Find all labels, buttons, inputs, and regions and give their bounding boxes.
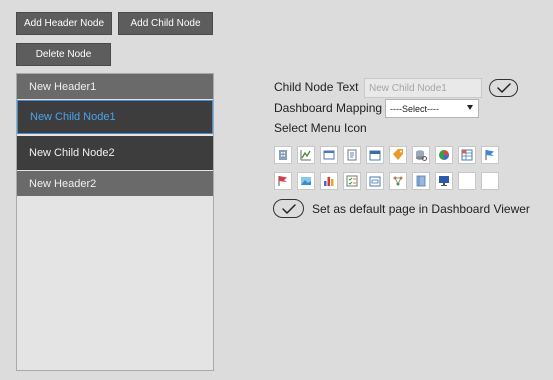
add-child-node-button[interactable]: Add Child Node (118, 12, 213, 35)
landscape-icon[interactable] (297, 172, 315, 190)
child-node-text-input[interactable] (364, 78, 482, 98)
spreadsheet-icon[interactable] (458, 146, 476, 164)
diagram-icon[interactable] (389, 172, 407, 190)
tree-item-label: New Child Node1 (30, 111, 116, 123)
default-page-checkbox[interactable] (273, 199, 304, 218)
blank-icon[interactable] (458, 172, 476, 190)
dashboard-mapping-label: Dashboard Mapping (274, 101, 383, 115)
empty-icon-slot[interactable] (481, 172, 499, 190)
window-icon[interactable] (320, 146, 338, 164)
add-header-node-button[interactable]: Add Header Node (16, 12, 112, 35)
monitor-icon[interactable] (435, 172, 453, 190)
menu-tree-panel: New Header1 New Child Node1 New Child No… (16, 73, 214, 371)
tree-item-new-child-node2[interactable]: New Child Node2 (17, 136, 213, 170)
bar-chart-icon[interactable] (320, 172, 338, 190)
checkmark-icon (496, 83, 511, 93)
checkmark-icon (281, 203, 296, 214)
dashboard-mapping-value: ----Select---- (390, 103, 439, 114)
pie-chart-icon[interactable] (435, 146, 453, 164)
dashboard-mapping-select[interactable]: ----Select---- (385, 99, 479, 118)
tree-item-new-header1[interactable]: New Header1 (17, 74, 213, 99)
tree-item-new-child-node1[interactable]: New Child Node1 (17, 100, 213, 134)
database-icon[interactable] (412, 146, 430, 164)
form-icon[interactable] (366, 172, 384, 190)
child-node-text-label: Child Node Text (274, 80, 359, 94)
apply-text-button[interactable] (489, 79, 518, 97)
select-menu-icon-label: Select Menu Icon (274, 121, 367, 135)
tree-item-label: New Child Node2 (29, 147, 115, 159)
checklist-icon[interactable] (343, 172, 361, 190)
default-page-label: Set as default page in Dashboard Viewer (312, 202, 530, 216)
dropdown-arrow-icon (467, 105, 473, 110)
red-flag-icon[interactable] (274, 172, 292, 190)
flag-icon[interactable] (481, 146, 499, 164)
tree-item-label: New Header1 (29, 80, 97, 93)
book-icon[interactable] (412, 172, 430, 190)
delete-node-button[interactable]: Delete Node (16, 43, 111, 66)
tree-item-new-header2[interactable]: New Header2 (17, 171, 213, 196)
building-icon[interactable] (274, 146, 292, 164)
line-chart-icon[interactable] (297, 146, 315, 164)
calendar-icon[interactable] (366, 146, 384, 164)
tag-icon[interactable] (389, 146, 407, 164)
report-icon[interactable] (343, 146, 361, 164)
tree-item-label: New Header2 (29, 177, 97, 190)
